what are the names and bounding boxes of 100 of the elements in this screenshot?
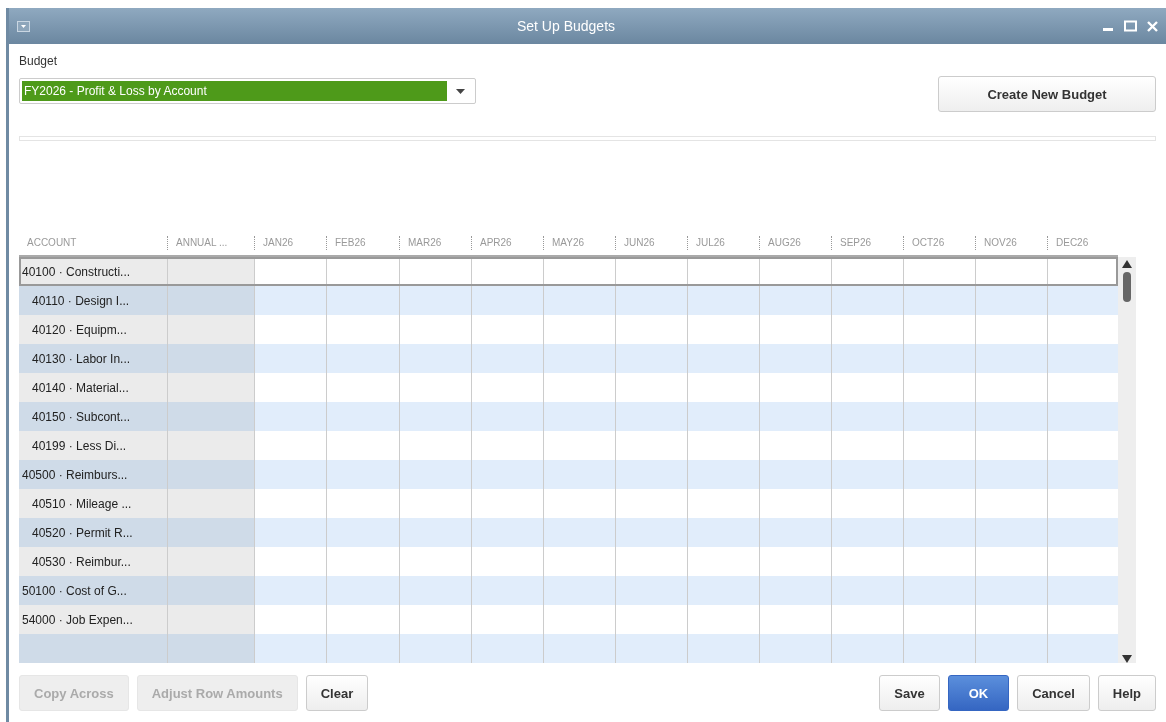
table-cell[interactable] [543, 634, 615, 663]
table-row[interactable]: 40130 · Labor In... [19, 344, 1118, 373]
table-cell[interactable] [759, 634, 831, 663]
table-cell[interactable] [1047, 576, 1118, 605]
table-cell[interactable] [615, 576, 687, 605]
table-cell[interactable] [326, 402, 399, 431]
table-cell[interactable] [615, 344, 687, 373]
table-cell[interactable] [167, 431, 254, 460]
table-row[interactable]: 40120 · Equipm... [19, 315, 1118, 344]
table-cell[interactable] [975, 576, 1047, 605]
table-cell[interactable] [975, 634, 1047, 663]
table-cell[interactable] [759, 460, 831, 489]
table-cell[interactable] [903, 286, 975, 315]
table-cell[interactable] [167, 344, 254, 373]
table-cell[interactable] [615, 286, 687, 315]
close-icon[interactable] [1147, 20, 1158, 32]
create-new-budget-button[interactable]: Create New Budget [938, 76, 1156, 112]
table-cell[interactable] [167, 634, 254, 663]
table-row[interactable]: 40510 · Mileage ... [19, 489, 1118, 518]
table-cell[interactable] [326, 634, 399, 663]
table-cell[interactable] [399, 460, 471, 489]
maximize-icon[interactable] [1124, 20, 1137, 32]
table-cell[interactable] [759, 576, 831, 605]
table-cell[interactable] [1047, 460, 1118, 489]
table-cell[interactable] [254, 286, 326, 315]
table-cell[interactable] [687, 518, 759, 547]
table-cell[interactable] [326, 286, 399, 315]
table-cell[interactable] [759, 402, 831, 431]
table-cell[interactable] [759, 518, 831, 547]
table-cell[interactable] [543, 286, 615, 315]
table-row[interactable]: 40530 · Reimbur... [19, 547, 1118, 576]
table-cell[interactable] [975, 286, 1047, 315]
table-cell[interactable] [975, 344, 1047, 373]
table-cell[interactable] [687, 402, 759, 431]
table-row[interactable]: 50100 · Cost of G... [19, 576, 1118, 605]
table-cell[interactable] [1047, 634, 1118, 663]
table-cell[interactable] [19, 634, 167, 663]
table-cell[interactable] [471, 402, 543, 431]
table-cell[interactable] [615, 402, 687, 431]
table-cell[interactable] [1047, 344, 1118, 373]
table-cell[interactable] [399, 634, 471, 663]
table-cell[interactable] [903, 634, 975, 663]
table-cell[interactable] [399, 344, 471, 373]
table-cell[interactable] [399, 518, 471, 547]
table-cell[interactable] [975, 518, 1047, 547]
table-cell[interactable] [167, 460, 254, 489]
table-cell[interactable] [326, 344, 399, 373]
table-cell[interactable] [543, 402, 615, 431]
table-cell[interactable] [167, 489, 254, 518]
table-cell[interactable] [167, 373, 254, 402]
table-cell[interactable] [687, 344, 759, 373]
table-cell[interactable] [831, 460, 903, 489]
table-cell[interactable] [615, 460, 687, 489]
table-cell[interactable] [903, 344, 975, 373]
table-cell[interactable] [167, 257, 254, 286]
table-cell[interactable] [831, 576, 903, 605]
dialog-button[interactable]: Cancel [1017, 675, 1090, 711]
scroll-down-icon[interactable] [1122, 655, 1132, 663]
table-cell[interactable] [254, 576, 326, 605]
table-cell[interactable] [167, 576, 254, 605]
table-cell[interactable] [326, 518, 399, 547]
table-cell[interactable] [543, 576, 615, 605]
table-cell[interactable] [254, 518, 326, 547]
table-row[interactable]: 40500 · Reimburs... [19, 460, 1118, 489]
table-cell[interactable] [831, 286, 903, 315]
table-cell[interactable] [903, 576, 975, 605]
table-cell[interactable] [543, 518, 615, 547]
table-row[interactable]: 40199 · Less Di... [19, 431, 1118, 460]
table-row[interactable]: 40150 · Subcont... [19, 402, 1118, 431]
scrollbar-thumb[interactable] [1123, 272, 1131, 302]
table-row[interactable]: 40110 · Design I... [19, 286, 1118, 315]
table-row[interactable]: 40140 · Material... [19, 373, 1118, 402]
table-cell[interactable] [1047, 286, 1118, 315]
table-cell[interactable] [471, 518, 543, 547]
table-row[interactable]: 40520 · Permit R... [19, 518, 1118, 547]
dialog-button[interactable]: OK [947, 675, 1010, 711]
table-cell[interactable] [687, 286, 759, 315]
table-cell[interactable] [759, 286, 831, 315]
table-cell[interactable] [903, 460, 975, 489]
scrollbar[interactable] [1118, 257, 1136, 663]
table-cell[interactable] [254, 344, 326, 373]
table-cell[interactable] [687, 634, 759, 663]
table-cell[interactable] [399, 402, 471, 431]
system-menu-icon[interactable] [17, 20, 30, 32]
table-cell[interactable] [687, 576, 759, 605]
table-cell[interactable] [687, 460, 759, 489]
action-button[interactable]: Clear [305, 675, 369, 711]
dialog-button[interactable]: Help [1097, 675, 1156, 711]
table-cell[interactable] [471, 634, 543, 663]
table-cell[interactable] [471, 576, 543, 605]
table-cell[interactable] [254, 460, 326, 489]
table-cell[interactable] [615, 634, 687, 663]
table-cell[interactable] [471, 344, 543, 373]
scroll-up-icon[interactable] [1122, 260, 1132, 268]
table-cell[interactable] [1047, 402, 1118, 431]
table-cell[interactable] [167, 286, 254, 315]
table-cell[interactable] [1047, 518, 1118, 547]
table-cell[interactable] [615, 518, 687, 547]
table-cell[interactable] [903, 402, 975, 431]
table-cell[interactable] [167, 315, 254, 344]
